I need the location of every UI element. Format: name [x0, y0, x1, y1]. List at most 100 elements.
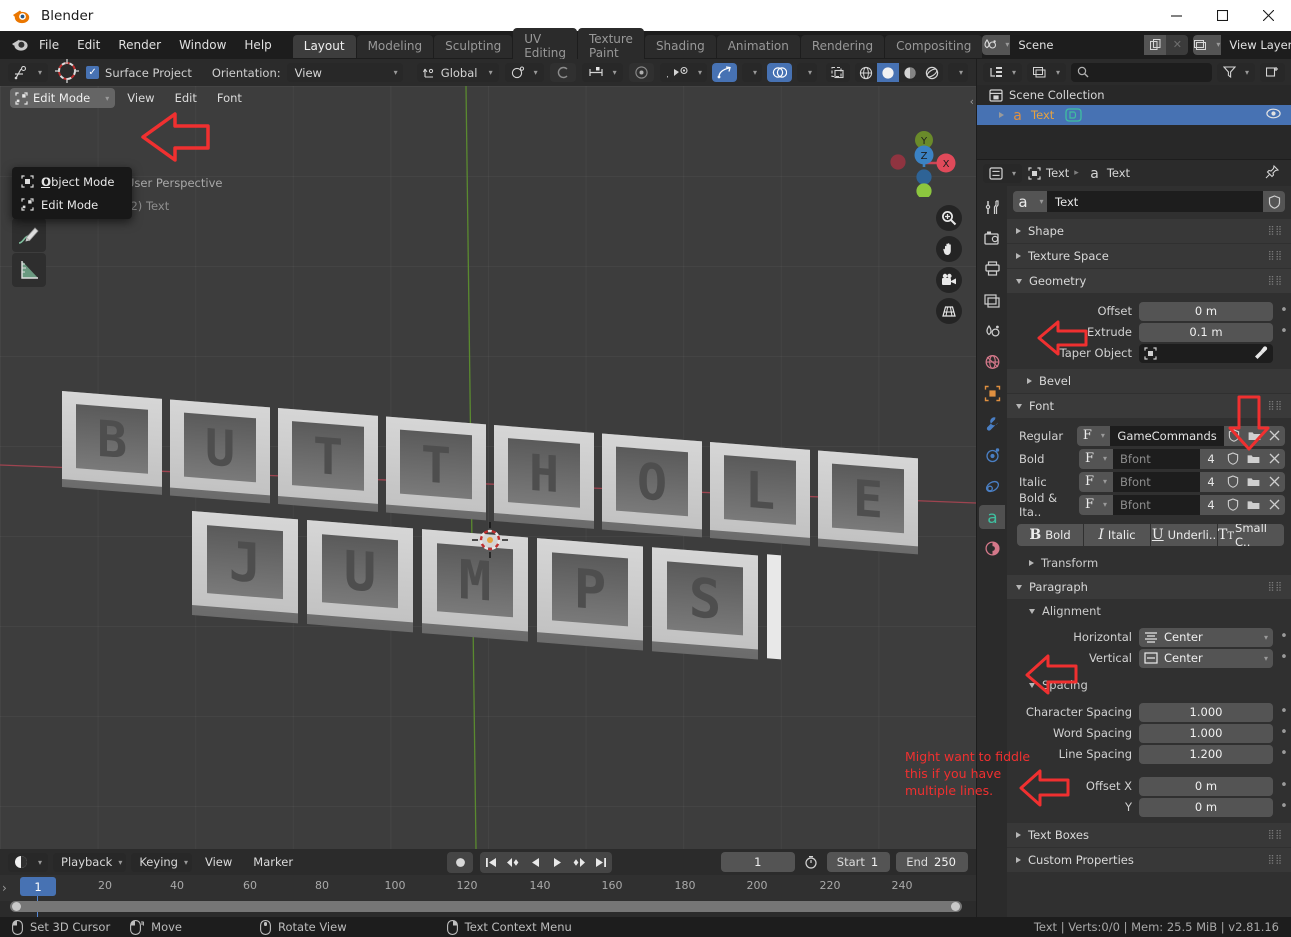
expand-triangle-icon[interactable]	[999, 112, 1004, 118]
font-bold-italic-fake-user-button[interactable]	[1222, 494, 1243, 515]
pan-button[interactable]	[936, 236, 962, 262]
playhead[interactable]: 1	[20, 877, 56, 896]
font-regular-browse-button[interactable]: F ▾	[1077, 425, 1111, 446]
playback-dropdown[interactable]: Playback ▾	[53, 852, 127, 872]
tab-object-data[interactable]: a	[979, 505, 1005, 529]
tab-constraints[interactable]	[979, 474, 1005, 498]
overlays-toggle[interactable]	[766, 63, 792, 82]
font-bold-italic-open-button[interactable]	[1243, 494, 1264, 515]
play-button[interactable]	[546, 852, 568, 873]
panel-paragraph[interactable]: Paragraph ⣿⣿	[1007, 575, 1291, 599]
tab-render[interactable]	[979, 226, 1005, 250]
rendered-shading-button[interactable]	[921, 63, 943, 82]
timeline-ruler[interactable]: 20 40 60 80 100 120 140 160 180 200 220 …	[0, 875, 976, 922]
visibility-eye-icon[interactable]	[1266, 108, 1281, 122]
outliner-search-input[interactable]	[1071, 62, 1212, 82]
tab-compositing[interactable]: Compositing	[885, 35, 983, 58]
font-regular-fake-user-button[interactable]	[1223, 425, 1245, 446]
new-scene-button[interactable]	[1144, 34, 1167, 55]
scene-name[interactable]: Scene	[1010, 34, 1145, 55]
offset-x-field[interactable]: 0 m	[1139, 776, 1273, 796]
mode-option-object-mode[interactable]: OObject Mode	[12, 170, 132, 193]
panel-texture-space[interactable]: Texture Space ⣿⣿	[1007, 244, 1291, 268]
animate-property-dot[interactable]: •	[1277, 630, 1291, 643]
extrude-value-field[interactable]: 0.1 m	[1139, 322, 1273, 342]
font-regular-unlink-button[interactable]	[1264, 425, 1286, 446]
timeline-menu-view[interactable]: View	[197, 852, 240, 872]
editor-type-dropdown[interactable]: ▾	[8, 852, 49, 872]
font-italic-user-count[interactable]: 4	[1200, 471, 1222, 492]
menu-help[interactable]: Help	[235, 35, 280, 55]
tab-shading[interactable]: Shading	[644, 35, 716, 58]
material-preview-shading-button[interactable]	[899, 63, 921, 82]
blender-menu-icon[interactable]	[10, 36, 30, 54]
minimize-button[interactable]	[1153, 0, 1199, 31]
viewport-menu-edit[interactable]: Edit	[167, 88, 205, 108]
surface-project-checkbox[interactable]: ✓	[86, 66, 100, 79]
gizmo-toggle[interactable]	[711, 63, 737, 82]
display-mode-dropdown[interactable]: ▾	[1027, 62, 1067, 82]
style-italic-button[interactable]: I Italic	[1084, 524, 1150, 546]
font-regular-open-button[interactable]	[1244, 425, 1265, 446]
outliner-editor-type-dropdown[interactable]: ▾	[983, 62, 1023, 82]
scrollbar-right-knob[interactable]	[951, 902, 960, 911]
offset-value-field[interactable]: 0 m	[1139, 301, 1273, 321]
menu-window[interactable]: Window	[170, 35, 235, 55]
auto-keying-button[interactable]	[447, 851, 474, 873]
tool-measure[interactable]	[12, 253, 46, 287]
timeline-editor[interactable]: ▾ Playback ▾ Keying ▾ View Marker 1 Star…	[0, 849, 976, 922]
font-italic-unlink-button[interactable]	[1264, 471, 1285, 492]
font-italic-fake-user-button[interactable]	[1222, 471, 1243, 492]
tab-output[interactable]	[979, 257, 1005, 281]
wireframe-shading-button[interactable]	[855, 63, 877, 82]
pin-id-icon[interactable]	[1265, 164, 1280, 182]
panel-font[interactable]: Font ⣿⣿	[1007, 394, 1291, 418]
style-underline-button[interactable]: U Underli..	[1151, 524, 1217, 546]
font-bold-italic-unlink-button[interactable]	[1264, 494, 1285, 515]
tab-view-layer[interactable]	[979, 288, 1005, 312]
previous-keyframe-button[interactable]	[502, 852, 524, 873]
style-small-caps-button[interactable]: TT Small C..	[1218, 524, 1284, 546]
animate-property-dot[interactable]: •	[1277, 325, 1291, 338]
font-italic-browse-button[interactable]: F ▾	[1079, 471, 1113, 492]
pivot-point-dropdown[interactable]: ▾	[504, 63, 544, 82]
tab-physics[interactable]	[979, 443, 1005, 467]
taper-object-field[interactable]	[1139, 343, 1273, 363]
tab-tool[interactable]	[979, 195, 1005, 219]
style-bold-button[interactable]: B Bold	[1017, 524, 1083, 546]
word-spacing-field[interactable]: 1.000	[1139, 723, 1273, 743]
xray-toggle[interactable]	[825, 63, 850, 82]
timeline-expand-arrow-icon[interactable]: ›	[2, 881, 7, 895]
tab-modifiers[interactable]	[979, 412, 1005, 436]
font-bold-user-count[interactable]: 4	[1200, 448, 1222, 469]
menu-file[interactable]: File	[30, 35, 68, 55]
panel-custom-properties[interactable]: Custom Properties ⣿⣿	[1007, 848, 1291, 872]
jump-to-end-button[interactable]	[590, 852, 612, 873]
next-keyframe-button[interactable]	[568, 852, 590, 873]
viewport-menu-view[interactable]: View	[119, 88, 162, 108]
tool-annotate[interactable]	[12, 218, 46, 252]
menu-edit[interactable]: Edit	[68, 35, 109, 55]
animate-property-dot[interactable]: •	[1277, 705, 1291, 718]
font-bold-fake-user-button[interactable]	[1222, 448, 1243, 469]
view-layer-selector[interactable]: ▾ View Layer ✕	[1193, 34, 1291, 55]
jump-to-start-button[interactable]	[480, 852, 502, 873]
vertical-align-dropdown[interactable]: Center ▾	[1139, 648, 1273, 668]
animate-property-dot[interactable]: •	[1277, 800, 1291, 813]
properties-body[interactable]: a ▾ Text Shape ⣿⣿ Texture Space ⣿⣿ Geome…	[1007, 186, 1291, 917]
snap-target-toggle[interactable]	[628, 63, 654, 82]
snap-tool-icon[interactable]: ▾	[8, 63, 49, 82]
font-regular-name[interactable]: GameCommands	[1110, 425, 1224, 446]
solid-shading-button[interactable]	[876, 63, 899, 82]
outliner-scene-collection-row[interactable]: Scene Collection	[977, 85, 1291, 105]
keying-dropdown[interactable]: Keying ▾	[131, 852, 192, 872]
panel-geometry[interactable]: Geometry ⣿⣿	[1007, 269, 1291, 293]
new-collection-button[interactable]	[1260, 62, 1285, 82]
datablock-browse-button[interactable]: a ▾	[1013, 191, 1047, 212]
use-preview-range-icon[interactable]	[801, 855, 821, 869]
tab-rendering[interactable]: Rendering	[800, 35, 885, 58]
font-bold-name[interactable]: Bfont	[1113, 448, 1200, 469]
end-frame-field[interactable]: End 250	[896, 852, 968, 872]
scrollbar-left-knob[interactable]	[12, 902, 21, 911]
mode-dropdown-menu[interactable]: OObject Mode Edit Mode	[12, 167, 132, 219]
